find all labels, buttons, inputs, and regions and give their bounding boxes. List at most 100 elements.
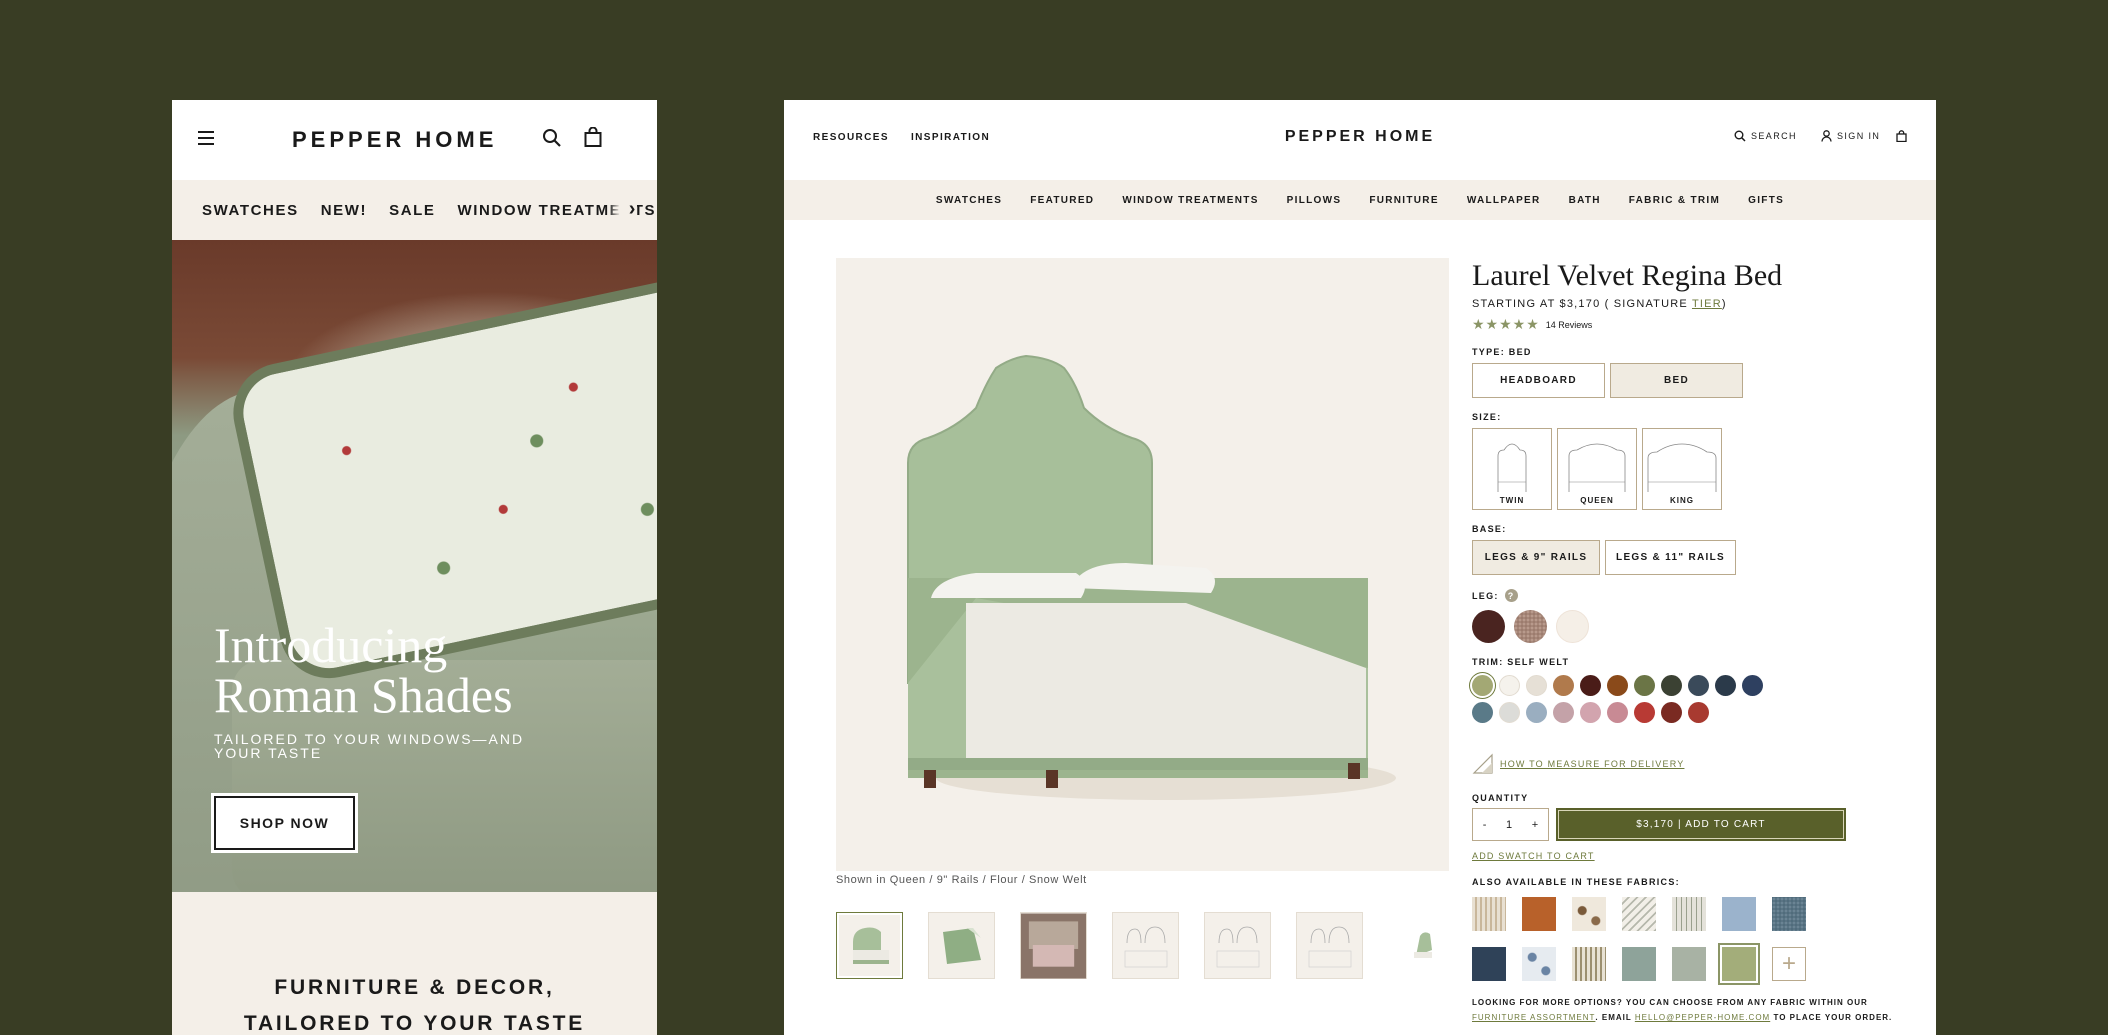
trim-swatch-12[interactable] <box>1472 702 1493 723</box>
fabric-swatch-8[interactable] <box>1472 947 1506 981</box>
size-queen-label: QUEEN <box>1580 496 1614 505</box>
nav-wallpaper[interactable]: WALLPAPER <box>1467 195 1541 206</box>
search-icon[interactable] <box>542 128 562 153</box>
thumbnail-4[interactable] <box>1112 912 1179 979</box>
nav-bath[interactable]: BATH <box>1569 195 1601 206</box>
help-icon[interactable]: ? <box>1504 589 1518 602</box>
size-queen-button[interactable]: QUEEN <box>1557 428 1637 510</box>
fabric-swatch-9[interactable] <box>1522 947 1556 981</box>
type-bed-button[interactable]: BED <box>1610 363 1743 398</box>
trim-swatch-6[interactable] <box>1607 675 1628 696</box>
leg-swatch-1[interactable] <box>1472 610 1505 643</box>
search-icon <box>1734 130 1746 142</box>
leg-swatch-2[interactable] <box>1514 610 1547 643</box>
thumbnail-strip <box>836 912 1455 979</box>
fabric-swatch-3[interactable] <box>1572 897 1606 931</box>
mobile-preview: PEPPER HOME SWATCHES NEW! SALE WINDOW TR… <box>172 100 657 1035</box>
trim-swatch-17[interactable] <box>1607 702 1628 723</box>
email-link[interactable]: HELLO@PEPPER-HOME.COM <box>1635 1013 1770 1022</box>
shop-now-button[interactable]: SHOP NOW <box>214 796 355 850</box>
fabric-swatch-6[interactable] <box>1722 897 1756 931</box>
fabric-swatch-10[interactable] <box>1572 947 1606 981</box>
size-twin-button[interactable]: TWIN <box>1472 428 1552 510</box>
qty-plus-button[interactable]: + <box>1532 819 1538 831</box>
fabric-swatch-5[interactable] <box>1672 897 1706 931</box>
quantity-label: QUANTITY <box>1472 793 1529 803</box>
hero-title-line1: Introducing <box>214 617 448 673</box>
nav-pillows[interactable]: PILLOWS <box>1287 195 1342 206</box>
base-label: BASE: <box>1472 524 1507 534</box>
fabric-swatch-7[interactable] <box>1772 897 1806 931</box>
thumbnail-6[interactable] <box>1296 912 1363 979</box>
nav-swatches[interactable]: SWATCHES <box>936 195 1002 206</box>
mobile-logo[interactable]: PEPPER HOME <box>292 100 497 180</box>
trim-label: TRIM: SELF WELT <box>1472 657 1570 667</box>
nav-fabric-trim[interactable]: FABRIC & TRIM <box>1629 195 1720 206</box>
tagline-line1: FURNITURE & DECOR, <box>274 976 555 999</box>
thumbnail-3[interactable] <box>1020 912 1087 979</box>
product-rating[interactable]: ★★★★★ 14 Reviews <box>1472 316 1912 333</box>
chevron-right-icon[interactable]: › <box>608 198 637 221</box>
trim-swatch-19[interactable] <box>1661 702 1682 723</box>
trim-swatch-16[interactable] <box>1580 702 1601 723</box>
trim-swatch-5[interactable] <box>1580 675 1601 696</box>
mobile-nav-new[interactable]: NEW! <box>321 202 367 219</box>
add-to-cart-button[interactable]: $3,170 | ADD TO CART <box>1556 808 1846 841</box>
trim-swatch-11[interactable] <box>1742 675 1763 696</box>
search-label: SEARCH <box>1751 131 1797 141</box>
nav-furniture[interactable]: FURNITURE <box>1369 195 1438 206</box>
qty-input[interactable]: 1 <box>1506 819 1512 831</box>
thumbnail-7[interactable] <box>1388 912 1455 979</box>
tier-link[interactable]: TIER <box>1692 298 1722 310</box>
fabric-swatch-4[interactable] <box>1622 897 1656 931</box>
menu-icon[interactable] <box>198 130 214 150</box>
add-swatch-link[interactable]: ADD SWATCH TO CART <box>1472 851 1912 861</box>
furniture-assortment-link[interactable]: FURNITURE ASSORTMENT <box>1472 1013 1595 1022</box>
cart-icon[interactable] <box>1896 130 1907 142</box>
fabric-swatch-1[interactable] <box>1472 897 1506 931</box>
queen-bed-icon <box>1568 443 1626 492</box>
thumbnail-2[interactable] <box>928 912 995 979</box>
search-link[interactable]: SEARCH <box>1734 130 1797 142</box>
nav-window-treatments[interactable]: WINDOW TREATMENTS <box>1122 195 1258 206</box>
size-options: TWIN QUEEN KING <box>1472 428 1912 510</box>
fabric-swatch-2[interactable] <box>1522 897 1556 931</box>
thumbnail-1[interactable] <box>836 912 903 979</box>
trim-swatch-20[interactable] <box>1688 702 1709 723</box>
fabric-swatch-12[interactable] <box>1672 947 1706 981</box>
fabric-swatch-11[interactable] <box>1622 947 1656 981</box>
trim-swatch-8[interactable] <box>1661 675 1682 696</box>
quantity-stepper: - 1 + <box>1472 808 1549 841</box>
trim-swatch-18[interactable] <box>1634 702 1655 723</box>
trim-swatch-4[interactable] <box>1553 675 1574 696</box>
trim-swatch-2[interactable] <box>1499 675 1520 696</box>
thumbnail-5[interactable] <box>1204 912 1271 979</box>
nav-gifts[interactable]: GIFTS <box>1748 195 1784 206</box>
product-main-image[interactable] <box>836 258 1449 871</box>
trim-swatch-3[interactable] <box>1526 675 1547 696</box>
trim-swatch-7[interactable] <box>1634 675 1655 696</box>
bag-icon[interactable] <box>584 126 602 152</box>
leg-swatch-3[interactable] <box>1556 610 1589 643</box>
base-9-rails-button[interactable]: LEGS & 9" RAILS <box>1472 540 1600 575</box>
type-headboard-button[interactable]: HEADBOARD <box>1472 363 1605 398</box>
mobile-nav-sale[interactable]: SALE <box>389 202 435 219</box>
mobile-nav-swatches[interactable]: SWATCHES <box>202 202 299 219</box>
size-king-button[interactable]: KING <box>1642 428 1722 510</box>
sign-in-link[interactable]: SIGN IN <box>1821 130 1880 142</box>
measure-link[interactable]: HOW TO MEASURE FOR DELIVERY <box>1472 753 1912 775</box>
base-11-rails-button[interactable]: LEGS & 11" RAILS <box>1605 540 1736 575</box>
trim-swatch-9[interactable] <box>1688 675 1709 696</box>
trim-swatch-10[interactable] <box>1715 675 1736 696</box>
more-fabrics-button[interactable]: + <box>1772 947 1806 981</box>
trim-swatch-14[interactable] <box>1526 702 1547 723</box>
qty-minus-button[interactable]: - <box>1483 819 1487 831</box>
review-count[interactable]: 14 Reviews <box>1546 320 1593 330</box>
trim-swatch-15[interactable] <box>1553 702 1574 723</box>
nav-featured[interactable]: FEATURED <box>1030 195 1094 206</box>
trim-swatch-1[interactable] <box>1472 675 1493 696</box>
fabric-swatch-13[interactable] <box>1722 947 1756 981</box>
trim-swatch-13[interactable] <box>1499 702 1520 723</box>
size-king-label: KING <box>1670 496 1694 505</box>
user-icon <box>1821 130 1832 142</box>
